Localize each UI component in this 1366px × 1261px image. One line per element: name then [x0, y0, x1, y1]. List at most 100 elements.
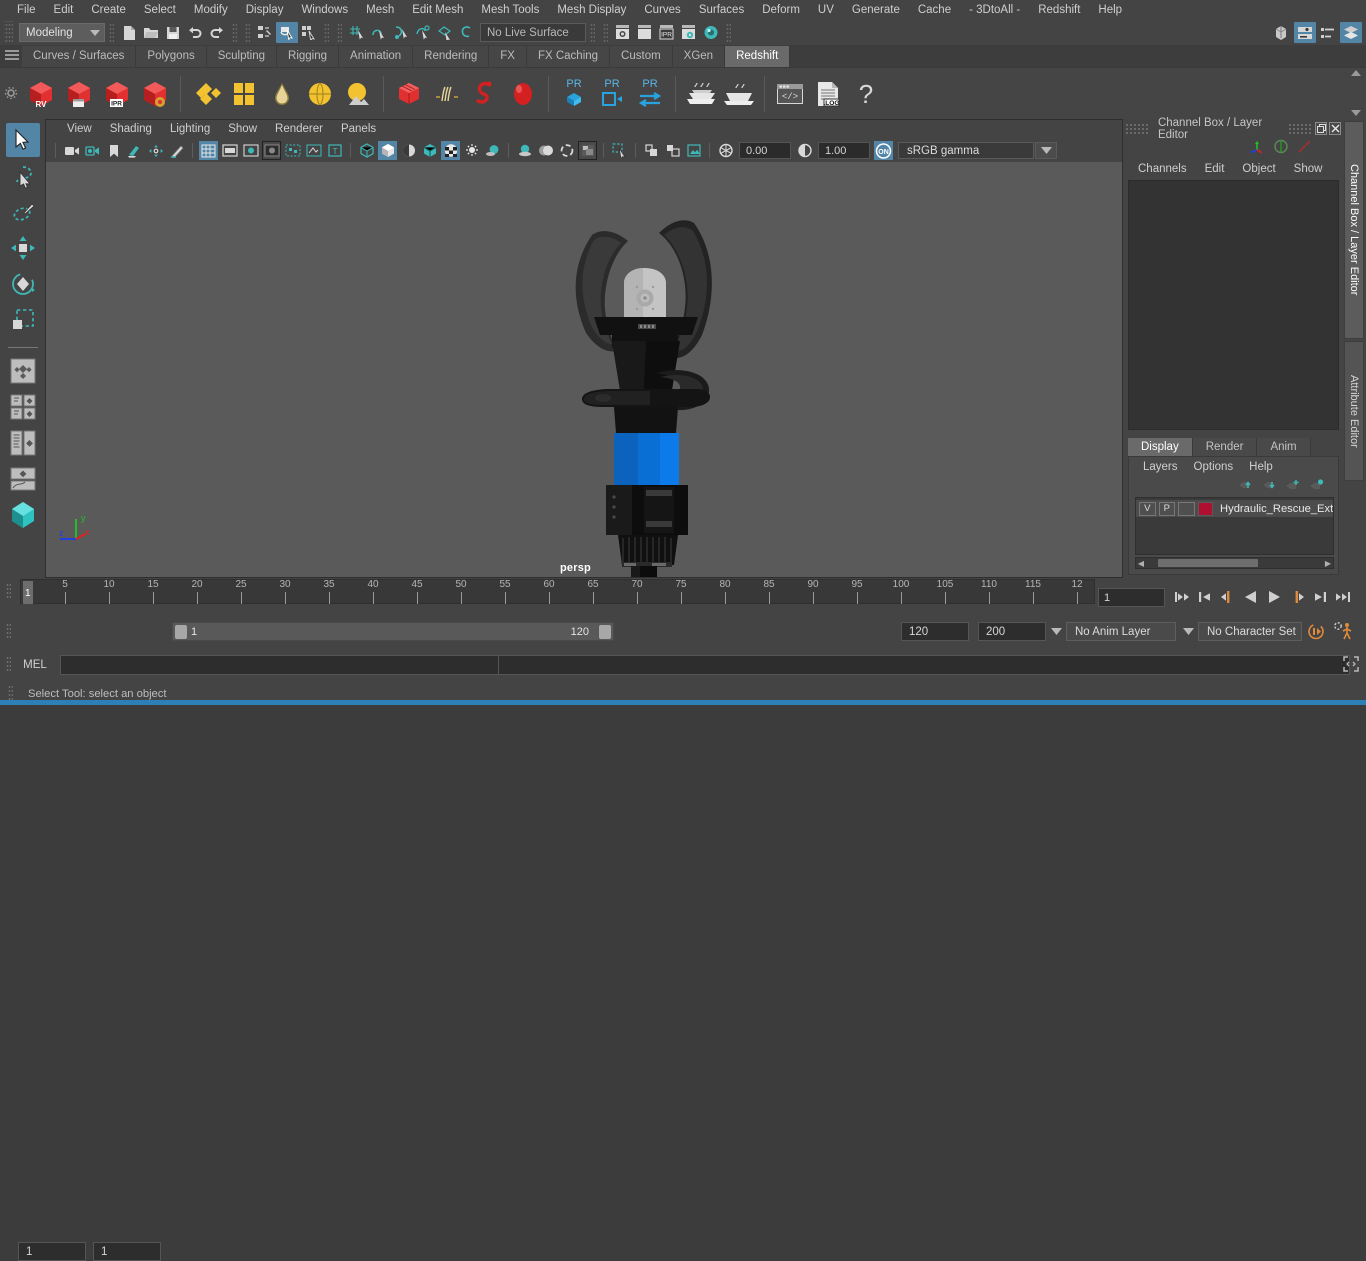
shelf-button-redshift-bake-all[interactable]	[720, 71, 758, 117]
panel-undock-button[interactable]	[1315, 122, 1328, 135]
xray-icon[interactable]	[304, 141, 323, 160]
range-slider-grip[interactable]	[6, 623, 11, 639]
menu-generate[interactable]: Generate	[843, 0, 909, 20]
shelf-scroll-up-icon[interactable]	[1351, 70, 1361, 76]
single-perspective-view-layout-button[interactable]	[6, 354, 40, 388]
shelf-tab-xgen[interactable]: XGen	[672, 46, 726, 67]
live-surface-field[interactable]: No Live Surface	[480, 23, 586, 42]
playback-start-time-field[interactable]: 1	[93, 1242, 161, 1261]
gamma-icon[interactable]	[795, 141, 814, 160]
camera-attributes-icon[interactable]	[83, 141, 102, 160]
current-time-marker[interactable]: 1	[23, 581, 33, 604]
make-live-icon[interactable]	[456, 22, 478, 43]
go-to-end-icon[interactable]	[1333, 586, 1353, 608]
dock-tab-channel-box-layer-editor[interactable]: Channel Box / Layer Editor	[1344, 121, 1364, 339]
persp-graph-layout-button[interactable]	[6, 462, 40, 496]
shelf-button-redshift-ipr[interactable]: IPR	[98, 71, 136, 117]
panel-close-button[interactable]	[1329, 122, 1341, 135]
display-layer-row[interactable]: V P Hydraulic_Rescue_Extr	[1136, 500, 1333, 517]
paint-select-tool-button[interactable]	[6, 195, 40, 229]
step-back-keyframe-icon[interactable]	[1195, 586, 1215, 608]
status-line-grip[interactable]	[4, 21, 13, 44]
move-tool-button[interactable]	[6, 231, 40, 265]
channel-box-menu-object[interactable]: Object	[1233, 159, 1284, 179]
shelf-button-redshift-proxy[interactable]	[390, 71, 428, 117]
render-sequence-icon[interactable]	[634, 22, 656, 43]
menu-mesh[interactable]: Mesh	[357, 0, 403, 20]
shelf-button-redshift-render-settings[interactable]	[136, 71, 174, 117]
undo-icon[interactable]	[184, 22, 206, 43]
shelf-button-redshift-pr-transfer[interactable]: PR	[631, 71, 669, 117]
shelf-button-redshift-sprite[interactable]	[504, 71, 542, 117]
animation-preferences-icon[interactable]	[1332, 621, 1354, 641]
layer-menu-layers[interactable]: Layers	[1135, 458, 1186, 476]
shelf-button-redshift-material-blender[interactable]	[225, 71, 263, 117]
menu-help[interactable]: Help	[1089, 0, 1131, 20]
command-language-label[interactable]: MEL	[12, 659, 58, 671]
viewport-menu-lighting[interactable]: Lighting	[161, 120, 219, 139]
shelf-button-redshift-pr-object[interactable]: PR	[555, 71, 593, 117]
snap-to-projected-center-icon[interactable]	[412, 22, 434, 43]
time-slider[interactable]: 1 5 10 15 20 25 30 35 40 45 50 55 60 65 …	[20, 579, 1095, 604]
layer-display-type-toggle[interactable]	[1178, 501, 1195, 516]
shelf-button-redshift-environment[interactable]	[339, 71, 377, 117]
menu-surfaces[interactable]: Surfaces	[690, 0, 753, 20]
image-plane-icon[interactable]	[125, 141, 144, 160]
snap-to-point-icon[interactable]	[390, 22, 412, 43]
step-forward-keyframe-icon[interactable]	[1310, 586, 1330, 608]
bookmark-icon[interactable]	[104, 141, 123, 160]
select-camera-icon[interactable]	[62, 141, 81, 160]
shelf-button-redshift-script-editor[interactable]: </>	[771, 71, 809, 117]
viewport-menu-shading[interactable]: Shading	[101, 120, 161, 139]
shelf-tab-custom[interactable]: Custom	[610, 46, 673, 67]
step-forward-frame-icon[interactable]	[1287, 586, 1307, 608]
shelf-button-redshift-volume[interactable]	[466, 71, 504, 117]
panel-grip[interactable]	[1288, 123, 1314, 134]
texture-icon[interactable]: T	[325, 141, 344, 160]
film-gate-icon[interactable]	[220, 141, 239, 160]
shelf-button-redshift-bake[interactable]	[682, 71, 720, 117]
menu-curves[interactable]: Curves	[635, 0, 689, 20]
channel-box-menu-edit[interactable]: Edit	[1196, 159, 1234, 179]
menu-3dtoall[interactable]: - 3DtoAll -	[960, 0, 1029, 20]
attribute-editor-icon[interactable]	[1294, 22, 1316, 43]
scroll-right-arrow-icon[interactable]: ▶	[1323, 559, 1333, 568]
shelf-tab-fx-caching[interactable]: FX Caching	[526, 46, 611, 67]
scale-tool-button[interactable]	[6, 303, 40, 337]
snap-to-curve-icon[interactable]	[368, 22, 390, 43]
animation-start-time-field[interactable]: 1	[18, 1242, 86, 1261]
color-management-icon[interactable]: ON	[874, 141, 893, 160]
color-management-select[interactable]: sRGB gamma	[898, 142, 1034, 159]
viewport-menu-renderer[interactable]: Renderer	[266, 120, 332, 139]
help-line-grip[interactable]	[8, 685, 13, 701]
hypershade-icon[interactable]	[700, 22, 722, 43]
shelf-button-redshift-pr-export[interactable]: PR	[593, 71, 631, 117]
wireframe-icon[interactable]	[357, 141, 376, 160]
step-back-frame-icon[interactable]	[1218, 586, 1238, 608]
layer-list-horizontal-scrollbar[interactable]: ◀ ▶	[1135, 557, 1334, 569]
anim-layer-field[interactable]: No Anim Layer	[1066, 622, 1176, 641]
persp-outliner-layout-button[interactable]	[6, 426, 40, 460]
exposure-field[interactable]: 0.00	[739, 142, 791, 159]
go-to-start-icon[interactable]	[1172, 586, 1192, 608]
isolate-select-icon[interactable]	[610, 141, 629, 160]
color-management-dropdown-icon[interactable]	[1035, 142, 1057, 159]
menu-uv[interactable]: UV	[809, 0, 843, 20]
move-axis-icon[interactable]	[1249, 139, 1265, 157]
new-scene-icon[interactable]	[118, 22, 140, 43]
shelf-tab-rigging[interactable]: Rigging	[277, 46, 340, 67]
exposure-icon[interactable]	[716, 141, 735, 160]
shadows-icon[interactable]	[483, 141, 502, 160]
snap-to-view-plane-icon[interactable]	[434, 22, 456, 43]
script-editor-icon[interactable]	[1342, 655, 1360, 673]
motion-blur-icon[interactable]	[536, 141, 555, 160]
hierarchy-select-icon[interactable]	[254, 22, 276, 43]
textured-icon[interactable]	[441, 141, 460, 160]
gate-mask-icon[interactable]	[262, 141, 281, 160]
xray-joints-icon[interactable]	[642, 141, 661, 160]
shelf-tab-sculpting[interactable]: Sculpting	[206, 46, 278, 67]
scale-icon[interactable]	[1297, 139, 1313, 157]
menu-cache[interactable]: Cache	[909, 0, 960, 20]
range-slider-bar[interactable]: 1 120	[172, 622, 614, 641]
menu-windows[interactable]: Windows	[292, 0, 357, 20]
